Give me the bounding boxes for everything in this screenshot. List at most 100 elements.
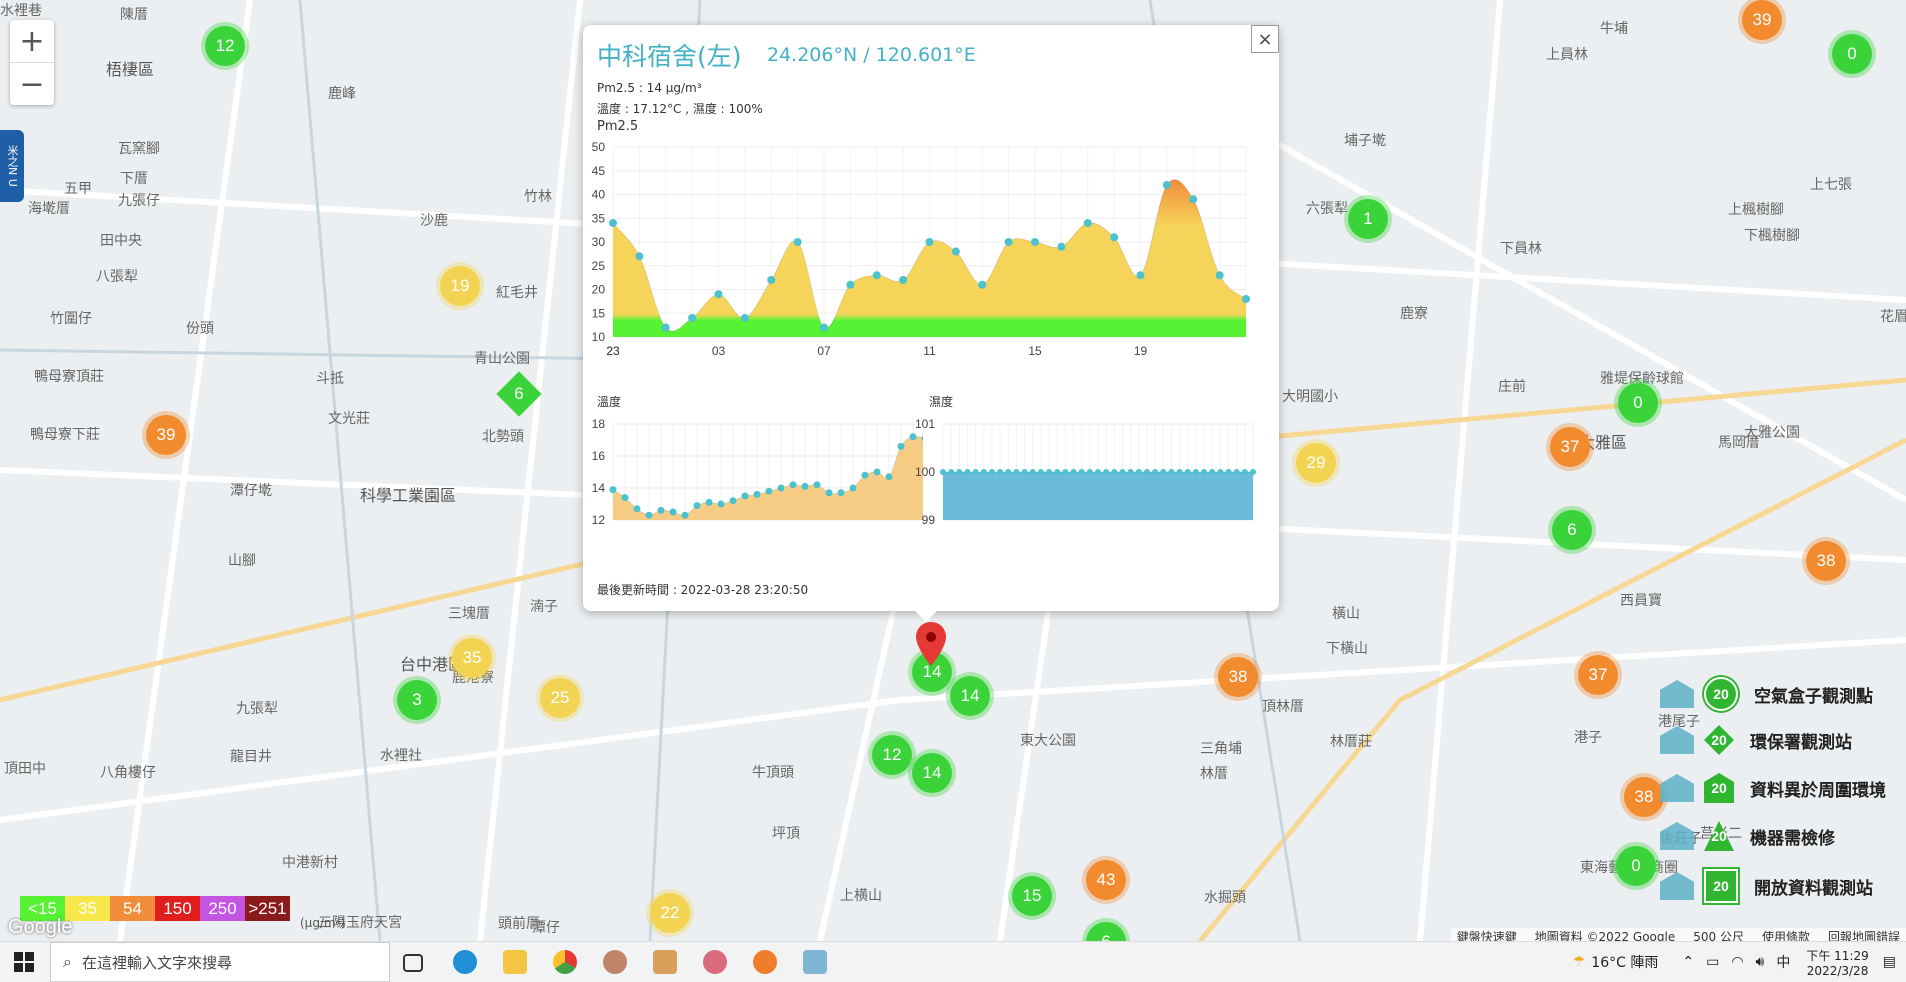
map-place-label: 龍目井 <box>230 749 272 765</box>
station-cluster[interactable]: 38 <box>1218 657 1258 697</box>
temp-humidity-reading: 溫度 : 17.12°C , 濕度 : 100% <box>597 102 763 116</box>
station-cluster[interactable]: 0 <box>1616 846 1656 886</box>
data-point <box>1143 469 1150 475</box>
map[interactable]: 陳厝 梧棲區 瓦窯腳 五甲 下厝 海墘厝 田中央 八張犁 竹圍仔 份頭 鴨母寮頂莊 鴨母寮下莊 九張仔沙… <box>0 0 1906 941</box>
chrome-icon[interactable] <box>553 950 577 974</box>
temp-chart-title: 溫度 <box>597 395 622 409</box>
site-legend-item[interactable]: 20 空氣盒子觀測點 <box>1660 677 1873 711</box>
menu-tab[interactable]: 米之N U <box>0 130 24 202</box>
notification-icon[interactable]: ▤ <box>1883 954 1896 970</box>
series-area <box>943 472 1253 520</box>
station-cluster[interactable]: 38 <box>1624 777 1664 817</box>
station-cluster[interactable]: 12 <box>205 26 245 66</box>
station-cluster[interactable]: 39 <box>1742 0 1782 40</box>
map-place-label: 坪頂 <box>772 826 800 842</box>
file-explorer-icon[interactable] <box>503 950 527 974</box>
map-place-label: 頂田中 <box>4 761 46 777</box>
station-cluster[interactable]: 14 <box>950 676 990 716</box>
station-cluster[interactable]: 38 <box>1806 541 1846 581</box>
weather-text[interactable]: 16°C 陣雨 <box>1591 952 1658 972</box>
terms-link[interactable]: 使用條款 <box>1762 928 1810 941</box>
windows-start-icon[interactable] <box>14 952 34 972</box>
station-cluster[interactable]: 29 <box>1296 443 1336 483</box>
report-error-link[interactable]: 回報地圖錯誤 <box>1828 928 1900 941</box>
station-cluster[interactable]: 37 <box>1578 655 1618 695</box>
site-legend-label: 資料異於周圍環境 <box>1750 780 1886 801</box>
search-icon: ⌕ <box>63 952 72 971</box>
station-cluster[interactable]: 35 <box>452 638 492 678</box>
data-point <box>1160 469 1167 475</box>
station-cluster[interactable]: 39 <box>146 415 186 455</box>
data-point <box>1054 469 1061 475</box>
station-cluster[interactable]: 22 <box>650 893 690 933</box>
data-point <box>1037 469 1044 475</box>
map-place-label: 牛埔 <box>1600 21 1628 37</box>
epa-station-marker[interactable]: 6 <box>496 371 542 417</box>
edge-icon[interactable] <box>453 950 477 974</box>
data-point <box>978 280 987 289</box>
blender-icon[interactable] <box>753 950 777 974</box>
station-cluster[interactable]: 1 <box>1348 199 1388 239</box>
site-legend-label: 空氣盒子觀測點 <box>1754 686 1873 707</box>
map-place-label: 八張犁 <box>96 269 138 285</box>
site-legend-item[interactable]: 20 開放資料觀測站 <box>1660 869 1873 903</box>
site-legend-item[interactable]: 20 資料異於周圍環境 <box>1660 773 1886 803</box>
zoom-out-button[interactable]: − <box>10 62 54 105</box>
network-icon[interactable]: ◠ <box>1731 954 1743 970</box>
data-point <box>1070 469 1077 475</box>
data-point <box>813 481 821 489</box>
data-point <box>765 487 773 495</box>
station-cluster[interactable]: 0 <box>1618 383 1658 423</box>
battery-icon[interactable]: ▭ <box>1706 954 1719 970</box>
station-cluster[interactable]: 43 <box>1086 860 1126 900</box>
building-icon <box>1660 680 1694 708</box>
map-place-label: 橫山 <box>1332 606 1360 622</box>
app-icon-2[interactable] <box>653 950 677 974</box>
site-legend-item[interactable]: 20 環保署觀測站 <box>1660 725 1852 755</box>
close-button[interactable]: × <box>1251 25 1279 53</box>
data-point <box>849 484 857 492</box>
building-icon <box>1660 872 1694 900</box>
location-pin-icon[interactable] <box>916 622 946 666</box>
station-cluster[interactable]: 0 <box>1832 34 1872 74</box>
map-place-label: 北勢頭 <box>482 429 524 445</box>
ime-indicator[interactable]: 中 <box>1776 952 1790 972</box>
map-place-label: 上楓樹腳 <box>1728 202 1784 218</box>
data-point <box>669 508 677 516</box>
station-cluster[interactable]: 19 <box>440 266 480 306</box>
weather-icon[interactable]: ☂ <box>1573 954 1586 970</box>
station-cluster[interactable]: 15 <box>1012 876 1052 916</box>
zoom-in-button[interactable]: + <box>10 20 54 62</box>
volume-icon[interactable]: 🔊︎ <box>1756 954 1765 970</box>
chevron-up-icon[interactable]: ⌃ <box>1682 954 1694 970</box>
map-place-label: 頭前厝 <box>498 916 540 932</box>
map-place-label: 鹿寮 <box>1400 306 1428 322</box>
y-tick-label: 45 <box>592 164 606 178</box>
y-tick-label: 99 <box>922 513 936 527</box>
task-view-icon[interactable] <box>403 954 423 972</box>
station-cluster[interactable]: 37 <box>1550 427 1590 467</box>
keyboard-shortcuts-link[interactable]: 鍵盤快速鍵 <box>1457 928 1517 941</box>
map-place-label: 水掘頭 <box>1204 890 1246 906</box>
map-place-label: 庄前 <box>1498 379 1526 395</box>
map-place-label: 林厝 <box>1200 766 1228 782</box>
app-icon-1[interactable] <box>603 950 627 974</box>
app-icon-4[interactable] <box>803 950 827 974</box>
station-cluster[interactable]: 12 <box>872 735 912 775</box>
app-icon-3[interactable] <box>703 950 727 974</box>
google-logo[interactable]: Google <box>8 916 73 939</box>
data-point <box>621 494 629 502</box>
station-cluster[interactable]: 25 <box>540 678 580 718</box>
station-cluster[interactable]: 3 <box>397 680 437 720</box>
scale-bar[interactable]: 500 公尺 <box>1693 928 1744 941</box>
site-legend-item[interactable]: 20 機器需檢修 <box>1660 821 1835 851</box>
map-place-label: 上横山 <box>840 888 882 904</box>
station-cluster[interactable]: 6 <box>1552 510 1592 550</box>
station-cluster[interactable]: 14 <box>912 753 952 793</box>
taskbar-search[interactable]: ⌕ 在這裡輸入文字來搜尋 <box>50 942 390 982</box>
circle-marker-icon: 20 <box>1704 677 1738 711</box>
clock[interactable]: 下午 11:29 2022/3/28 <box>1806 947 1868 978</box>
data-point <box>1095 469 1101 475</box>
data-point <box>1201 469 1208 475</box>
data-point <box>1136 271 1145 280</box>
